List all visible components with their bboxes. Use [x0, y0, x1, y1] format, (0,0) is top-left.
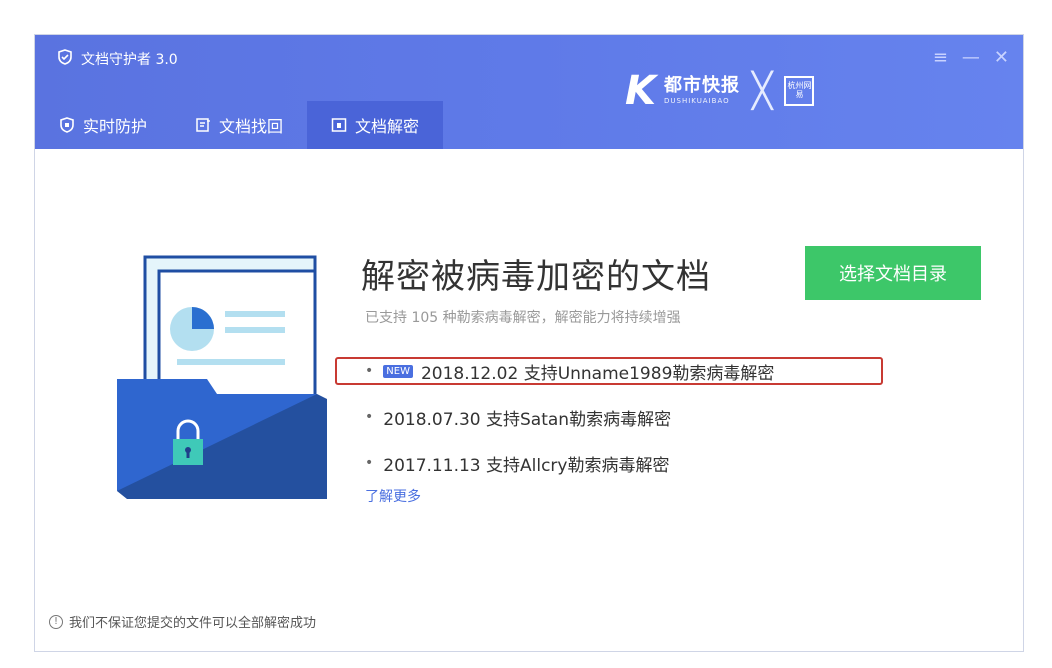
shield-logo-icon	[57, 49, 73, 69]
doc-decrypt-icon	[331, 117, 347, 133]
brand-text: 都市快报 DUSHIKUAIBAO	[664, 77, 740, 105]
partner-logo: 杭州网易	[784, 76, 815, 106]
menu-icon[interactable]: ≡	[933, 47, 948, 68]
tab-realtime-protection[interactable]: 实时防护	[35, 101, 171, 149]
brand-k-logo: K	[625, 68, 656, 114]
tab-document-recovery[interactable]: 文档找回	[171, 101, 307, 149]
title-bar: 文档守护者 3.0 K 都市快报 DUSHIKUAIBAO ╳ 杭州网易 ≡ —…	[35, 35, 1023, 149]
update-text: 2018.12.02 支持Unname1989勒索病毒解密	[420, 363, 775, 384]
disclaimer-text: 我们不保证您提交的文件可以全部解密成功	[69, 616, 317, 631]
update-item: • 2018.07.30 支持Satan勒索病毒解密	[365, 405, 774, 430]
update-list: • NEW 2018.12.02 支持Unname1989勒索病毒解密 • 20…	[365, 359, 774, 497]
brand-cn: 都市快报	[664, 75, 740, 96]
document-folder-illustration	[117, 249, 337, 509]
close-icon[interactable]: ✕	[994, 47, 1009, 68]
bullet-icon: •	[365, 409, 374, 425]
brand-separator: ╳	[752, 71, 773, 111]
minimize-icon[interactable]: —	[962, 47, 980, 68]
bullet-icon: •	[365, 363, 374, 379]
app-window: 文档守护者 3.0 K 都市快报 DUSHIKUAIBAO ╳ 杭州网易 ≡ —…	[34, 34, 1024, 652]
tab-document-decryption[interactable]: 文档解密	[307, 101, 444, 149]
tab-bar: 实时防护 文档找回 文档解密	[35, 101, 444, 149]
page-title: 解密被病毒加密的文档	[361, 257, 711, 297]
new-badge: NEW	[383, 364, 413, 378]
page-subtitle: 已支持 105 种勒索病毒解密，解密能力将持续增强	[365, 310, 681, 326]
disclaimer: ! 我们不保证您提交的文件可以全部解密成功	[49, 612, 316, 631]
doc-recover-icon	[195, 117, 211, 133]
select-directory-button[interactable]: 选择文档目录	[805, 246, 981, 300]
shield-tab-icon	[59, 117, 75, 133]
tab-label: 文档解密	[355, 117, 420, 136]
learn-more-link[interactable]: 了解更多	[365, 486, 421, 506]
tab-label: 实时防护	[83, 117, 148, 136]
app-title-text: 文档守护者 3.0	[81, 52, 178, 68]
update-item: • 2017.11.13 支持Allcry勒索病毒解密	[365, 451, 774, 476]
info-icon: !	[49, 614, 63, 629]
window-controls: ≡ — ✕	[933, 47, 1009, 68]
tab-label: 文档找回	[219, 117, 284, 136]
decrypt-panel: 解密被病毒加密的文档 已支持 105 种勒索病毒解密，解密能力将持续增强 选择文…	[35, 149, 1023, 651]
app-title: 文档守护者 3.0	[57, 49, 178, 69]
brand-watermark: K 都市快报 DUSHIKUAIBAO ╳ 杭州网易	[625, 68, 815, 114]
update-text: 2018.07.30 支持Satan勒索病毒解密	[383, 409, 672, 430]
update-text: 2017.11.13 支持Allcry勒索病毒解密	[383, 455, 670, 476]
brand-en: DUSHIKUAIBAO	[664, 97, 730, 105]
bullet-icon: •	[365, 455, 374, 471]
update-item: • NEW 2018.12.02 支持Unname1989勒索病毒解密	[365, 359, 775, 384]
